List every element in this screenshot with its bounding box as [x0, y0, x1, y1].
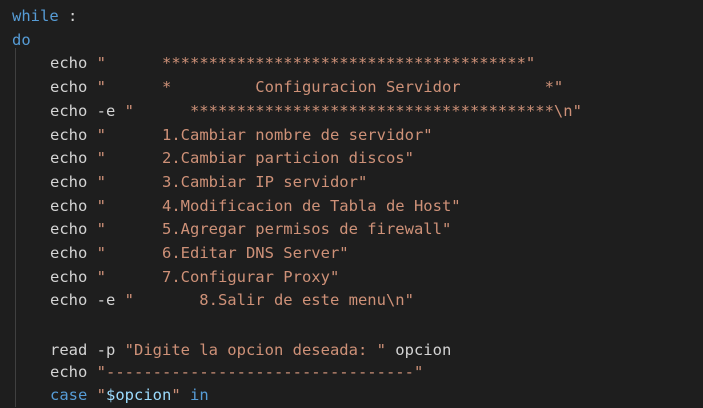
code-line-while: while :	[12, 7, 78, 25]
code-line-option-3: echo " 3.Cambiar IP servidor"	[50, 173, 368, 191]
keyword-case: case	[50, 386, 88, 404]
variable-opcion: $opcion	[106, 386, 172, 404]
code-line-case: case "$opcion" in	[50, 386, 209, 404]
code-line-echo-border-top: echo " *********************************…	[50, 54, 536, 72]
code-editor[interactable]: while : do echo " **********************…	[0, 0, 703, 407]
code-line-read: read -p "Digite la opcion deseada: " opc…	[50, 341, 452, 359]
code-line-option-6: echo " 6.Editar DNS Server"	[50, 244, 349, 262]
code-line-option-7: echo " 7.Configurar Proxy"	[50, 268, 340, 286]
keyword-while: while	[12, 7, 59, 25]
code-line-do: do	[0, 29, 31, 53]
code-line-echo-separator: echo "---------------------------------"	[50, 363, 424, 381]
code-line-option-5: echo " 5.Agregar permisos de firewall"	[50, 220, 452, 238]
code-line-option-4: echo " 4.Modificacion de Tabla de Host"	[50, 197, 461, 215]
code-line-option-8: echo -e " 8.Salir de este menu\n"	[50, 291, 414, 309]
code-line-option-1: echo " 1.Cambiar nombre de servidor"	[50, 126, 433, 144]
code-line-echo-title: echo " * Configuracion Servidor *"	[50, 78, 564, 96]
code-line-option-2: echo " 2.Cambiar particion discos"	[50, 149, 414, 167]
keyword-do: do	[12, 31, 31, 49]
code-line-echo-border-bottom: echo -e " ******************************…	[50, 102, 582, 120]
